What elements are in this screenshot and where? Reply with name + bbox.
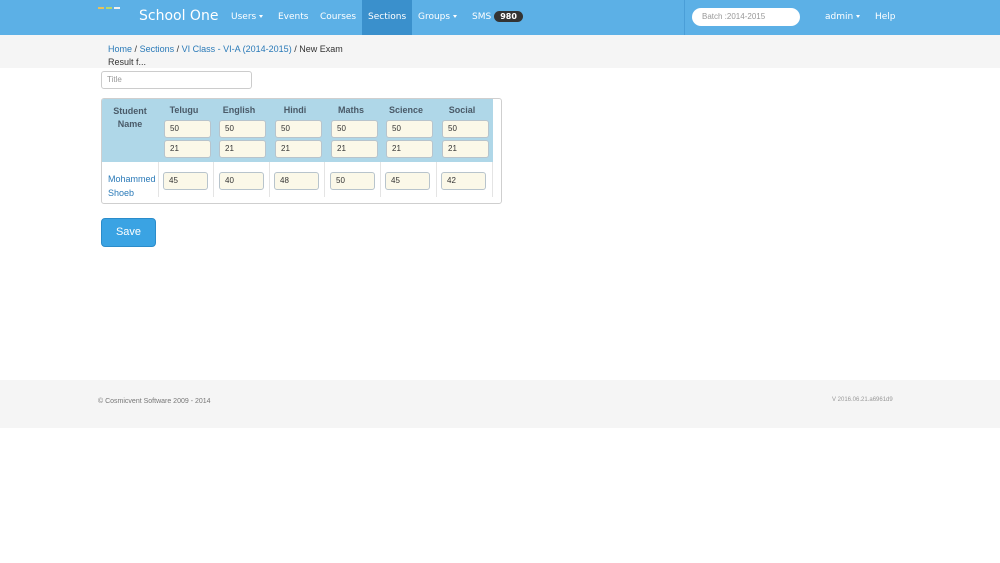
subject-header: English (222, 105, 256, 115)
student-mark-input[interactable]: 45 (163, 172, 208, 190)
breadcrumb-class[interactable]: VI Class - VI-A (2014-2015) (182, 44, 292, 54)
nav-events[interactable]: Events (272, 0, 314, 35)
max-marks-input[interactable]: 50 (331, 120, 378, 138)
breadcrumb-separator: / (134, 44, 138, 54)
student-mark-input[interactable]: 42 (441, 172, 486, 190)
breadcrumb-sections[interactable]: Sections (140, 44, 175, 54)
breadcrumb-home[interactable]: Home (108, 44, 132, 54)
footer-version: V 2016.06.21.a6961d9 (832, 397, 893, 403)
breadcrumb-separator: / (176, 44, 180, 54)
subject-header: Hindi (283, 105, 307, 115)
nav-users-label: Users (231, 12, 257, 22)
student-mark-input[interactable]: 40 (219, 172, 264, 190)
sms-count-badge: 980 (494, 11, 523, 22)
logo-icon (98, 7, 126, 9)
nav-groups[interactable]: Groups (412, 0, 463, 35)
nav-help[interactable]: Help (869, 0, 902, 35)
min-marks-input[interactable]: 21 (442, 140, 489, 158)
chevron-down-icon (856, 15, 861, 18)
student-mark-input[interactable]: 45 (385, 172, 430, 190)
column-divider (380, 162, 381, 197)
breadcrumb: Home / Sections / VI Class - VI-A (2014-… (108, 43, 368, 69)
column-divider (436, 162, 437, 197)
brand-name[interactable]: School One (139, 8, 218, 24)
min-marks-input[interactable]: 21 (386, 140, 433, 158)
min-marks-input[interactable]: 21 (219, 140, 266, 158)
student-mark-input[interactable]: 48 (274, 172, 319, 190)
marks-table: Student Name Telugu English Hindi Maths … (101, 98, 502, 204)
footer-copyright: © Cosmicvent Software 2009 - 2014 (98, 398, 211, 405)
chevron-down-icon (453, 15, 458, 18)
subject-header: Telugu (169, 105, 199, 115)
column-divider (269, 162, 270, 197)
column-divider (324, 162, 325, 197)
nav-courses[interactable]: Courses (314, 0, 362, 35)
chevron-down-icon (259, 15, 264, 18)
subject-header: Science (388, 105, 424, 115)
student-mark-input[interactable]: 50 (330, 172, 375, 190)
min-marks-input[interactable]: 21 (331, 140, 378, 158)
max-marks-input[interactable]: 50 (442, 120, 489, 138)
nav-sms-label: SMS (472, 12, 492, 22)
nav-sms[interactable]: SMS 980 (466, 0, 529, 35)
column-divider (492, 162, 493, 197)
student-name-header: Student Name (113, 106, 147, 129)
batch-search-input[interactable]: Batch :2014-2015 (692, 8, 800, 26)
nav-admin[interactable]: admin (819, 0, 866, 35)
min-marks-input[interactable]: 21 (275, 140, 322, 158)
nav-groups-label: Groups (418, 12, 451, 22)
nav-divider (684, 0, 685, 35)
subject-header: Social (448, 105, 476, 115)
nav-users[interactable]: Users (225, 0, 269, 35)
top-navbar: School One Users Events Courses Sections… (0, 0, 1000, 35)
student-name-link[interactable]: Mohammed Shoeb (108, 172, 160, 200)
nav-admin-label: admin (825, 12, 854, 22)
min-marks-input[interactable]: 21 (164, 140, 211, 158)
save-button[interactable]: Save (101, 218, 156, 247)
max-marks-input[interactable]: 50 (164, 120, 211, 138)
exam-title-input[interactable]: Title (101, 71, 252, 89)
max-marks-input[interactable]: 50 (275, 120, 322, 138)
nav-sections[interactable]: Sections (362, 0, 412, 35)
max-marks-input[interactable]: 50 (386, 120, 433, 138)
max-marks-input[interactable]: 50 (219, 120, 266, 138)
subject-header: Maths (337, 105, 364, 115)
column-divider (213, 162, 214, 197)
